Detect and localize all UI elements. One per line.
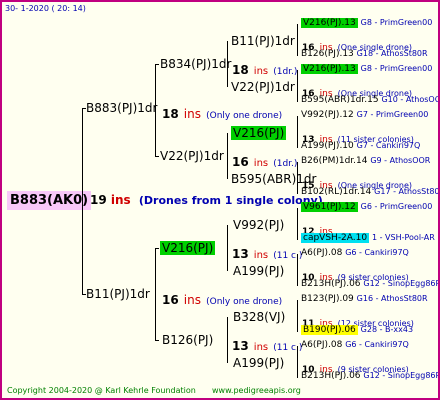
gen4-vline-0 (297, 24, 298, 56)
gen3-0-name: B11(PJ)1dr (231, 34, 295, 48)
gen4-2: V216(PJ).13 G8 - PrimGreen00 (301, 64, 433, 74)
root-note: (Drones from 1 single colony) (138, 194, 323, 207)
gen3-5-name: A199(PJ) (233, 264, 285, 278)
gen2-2-stats: 13 ins (11 c.) (232, 247, 303, 261)
gen2-0-name: B834(PJ)1dr (160, 57, 232, 71)
gen4-vline-7 (297, 346, 298, 378)
gen3-7-name: A199(PJ) (233, 356, 285, 370)
pedigree-chart: 30- 1-2020 ( 20: 14) B883(AK0) 19 ins (D… (0, 0, 440, 400)
footer-site[interactable]: www.pedigreeapis.org (212, 386, 301, 395)
gen4-vline-3 (297, 162, 298, 194)
gen4-vline-6 (297, 300, 298, 332)
gen3d-vline (227, 317, 228, 363)
gen2b-vline (155, 248, 156, 340)
root-queen: B883(AK0) (7, 191, 92, 210)
gen4-10: A6(PJ).08 G6 - Cankiri97Q (301, 248, 409, 258)
gen2-1-stats: 16 ins (1dr.) (232, 155, 298, 169)
gen4-9: capVSH-2A.10 1 - VSH-Pool-AR (301, 233, 435, 243)
gen4-7: B102(RL)1dr.14 G17 - AthosSt80R (301, 187, 440, 197)
root-ins: ins (110, 193, 131, 207)
gen4-15: B213H(PJ).06 G12 - SinopEgg86R (301, 371, 440, 381)
gen4-3: B595(ABR)1dr.15 G10 - AthosOO R (301, 95, 440, 105)
gen4-vline-2 (297, 116, 298, 148)
gen4-vline-5 (297, 254, 298, 286)
gen3c-vline (227, 225, 228, 271)
gen2a-tick-b (155, 156, 159, 157)
gen2b-tick-b (155, 340, 159, 341)
gen2-0-stats: 18 ins (1dr.) (232, 63, 298, 77)
gen1-vline (82, 108, 83, 294)
gen2-3-stats: 13 ins (11 c.) (232, 339, 303, 353)
gen3b-vline (227, 133, 228, 179)
gen4-0: V216(PJ).13 G8 - PrimGreen00 (301, 18, 433, 28)
gen4-11: B213H(PJ).06 G12 - SinopEgg86R (301, 279, 440, 289)
gen1-0-stats: 18 ins (Only one drone) (162, 107, 283, 121)
gen3a-vline (227, 41, 228, 87)
gen1-1-name: B11(PJ)1dr (86, 287, 150, 301)
gen3-1-name: V22(PJ)1dr (231, 80, 295, 94)
gen2-2-name: V216(PJ) (160, 241, 216, 255)
gen4-8: V961(PJ).12 G6 - PrimGreen00 (301, 202, 433, 212)
gen4-vline-1 (297, 70, 298, 102)
gen1-0-name: B883(PJ)1dr (86, 101, 158, 115)
gen4-1: B126(PJ).13 G18 - AthosSt80R (301, 49, 428, 59)
root-count-group: 19 ins (Drones from 1 single colony) (90, 193, 323, 207)
gen2b-tick-a (155, 248, 159, 249)
gen1-1-stats: 16 ins (Only one drone) (162, 293, 283, 307)
gen4-13: B190(PJ).06 G28 - B-xx43 (301, 325, 414, 335)
gen4-vline-4 (297, 208, 298, 240)
gen2-3-name: B126(PJ) (162, 333, 214, 347)
gen3-2-name: V216(PJ) (231, 126, 287, 140)
gen4-6: B26(PM)1dr.14 G9 - AthosOOR (301, 156, 431, 166)
date-header: 30- 1-2020 ( 20: 14) (5, 4, 86, 13)
root-count: 19 (90, 193, 107, 207)
gen3-6-name: B328(VJ) (233, 310, 286, 324)
gen4-5: A199(PJ).10 G7 - Cankiri97Q (301, 141, 421, 151)
gen2a-tick-a (155, 64, 159, 65)
footer-copyright: Copyright 2004-2020 @ Karl Kehrle Founda… (7, 386, 196, 395)
gen4-14: A6(PJ).08 G6 - Cankiri97Q (301, 340, 409, 350)
gen4-4: V992(PJ).12 G7 - PrimGreen00 (301, 110, 429, 120)
gen4-12: B123(PJ).09 G16 - AthosSt80R (301, 294, 428, 304)
gen2a-vline (155, 64, 156, 156)
gen3-4-name: V992(PJ) (233, 218, 285, 232)
gen2-1-name: V22(PJ)1dr (160, 149, 224, 163)
